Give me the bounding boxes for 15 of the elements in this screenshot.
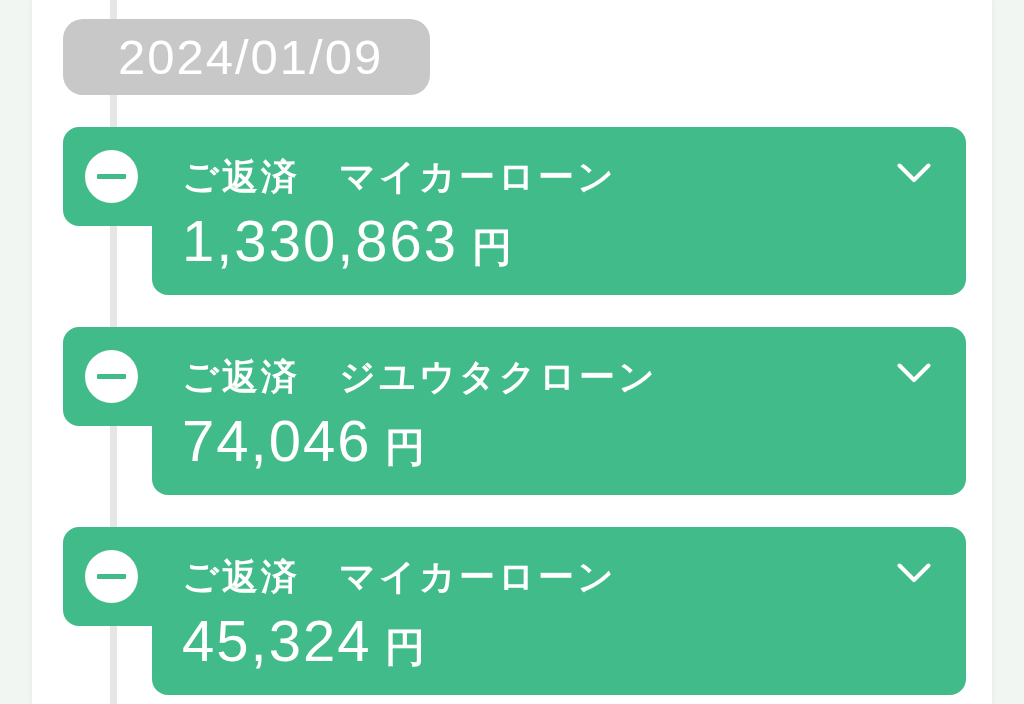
transaction-card[interactable]: ご返済 ジユウタクローン 74,046 円 xyxy=(63,327,966,495)
currency-unit: 円 xyxy=(385,625,426,669)
minus-circle-icon xyxy=(85,150,138,203)
transaction-title: ご返済 マイカーローン xyxy=(182,556,617,598)
transaction-title: ご返済 ジユウタクローン xyxy=(182,356,658,398)
minus-circle-icon xyxy=(85,350,138,403)
transaction-card[interactable]: ご返済 マイカーローン 45,324 円 xyxy=(63,527,966,695)
currency-unit: 円 xyxy=(472,225,513,269)
minus-circle-icon xyxy=(85,550,138,603)
currency-unit: 円 xyxy=(385,425,426,469)
amount-text: 45,324 xyxy=(182,612,372,670)
transaction-title: ご返済 マイカーローン xyxy=(182,156,617,198)
amount-text: 74,046 xyxy=(182,412,372,470)
transaction-card[interactable]: ご返済 マイカーローン 1,330,863 円 xyxy=(63,127,966,295)
amount-text: 1,330,863 xyxy=(182,212,459,270)
